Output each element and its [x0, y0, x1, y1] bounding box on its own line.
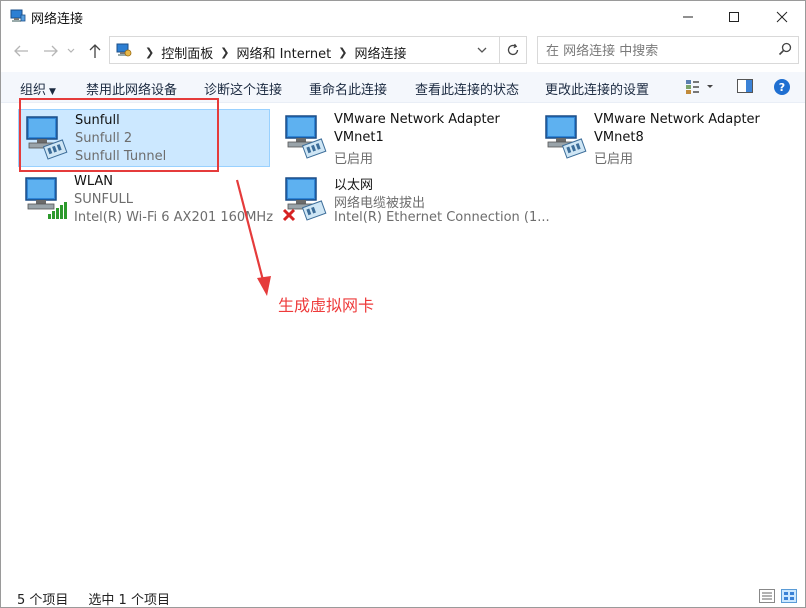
title-bar: 网络连接 — [1, 1, 805, 33]
connection-status: 网络电缆被拔出 — [334, 196, 426, 211]
breadcrumb: ❯ 控制面板 ❯ 网络和 Internet ❯ 网络连接 — [138, 43, 406, 62]
status-bar: 5 个项目 选中 1 个项目 — [17, 589, 170, 608]
forward-button[interactable] — [41, 41, 61, 61]
view-status-button[interactable]: 查看此连接的状态 — [415, 79, 519, 98]
tiles-view-icon — [781, 589, 797, 603]
rename-connection-button[interactable]: 重命名此连接 — [309, 79, 387, 98]
connection-name: VMware Network Adapter — [334, 112, 500, 127]
maximize-icon — [729, 12, 739, 22]
arrow-left-icon — [14, 45, 28, 57]
search-input[interactable] — [544, 40, 774, 62]
connection-adapter: VMnet1 — [334, 130, 384, 145]
address-dropdown-button[interactable] — [471, 36, 493, 64]
status-view-switcher — [759, 589, 797, 607]
connection-name: 以太网 — [334, 178, 374, 193]
connection-item-ethernet[interactable]: 以太网 网络电缆被拔出 Intel(R) Ethernet Connection… — [278, 171, 550, 229]
chevron-down-icon — [477, 47, 487, 53]
chevron-down-icon — [67, 48, 75, 53]
network-adapter-icon — [285, 115, 327, 159]
window-title: 网络连接 — [31, 12, 84, 27]
address-bar[interactable]: ❯ 控制面板 ❯ 网络和 Internet ❯ 网络连接 — [109, 36, 527, 64]
annotation-highlight-box — [19, 98, 219, 172]
annotation-arrow-icon — [235, 179, 271, 296]
minimize-button[interactable] — [665, 1, 711, 33]
back-button[interactable] — [11, 41, 31, 61]
breadcrumb-separator-icon: ❯ — [145, 46, 155, 59]
search-icon[interactable] — [778, 42, 792, 56]
breadcrumb-separator-icon: ❯ — [220, 46, 230, 59]
organize-label: 组织 — [20, 83, 47, 98]
help-button[interactable]: ? — [774, 79, 790, 95]
window: 网络连接 ❯ 控制面板 ❯ 网络和 Internet ❯ 网络连接 在 网络连接… — [0, 0, 806, 608]
breadcrumb-control-panel[interactable]: 控制面板 — [161, 43, 213, 62]
organize-menu[interactable]: 组织 ▼ — [20, 79, 56, 98]
connection-item-vmnet1[interactable]: VMware Network Adapter VMnet1 已启用 — [278, 109, 530, 167]
item-count: 5 个项目 — [17, 593, 69, 608]
minimize-icon — [683, 16, 693, 18]
network-adapter-icon — [545, 115, 587, 159]
preview-pane-button[interactable] — [737, 79, 753, 97]
selected-count: 选中 1 个项目 — [88, 593, 170, 608]
connection-network: SUNFULL — [74, 192, 133, 207]
connection-item-vmnet8[interactable]: VMware Network Adapter VMnet8 已启用 — [538, 109, 790, 167]
breadcrumb-network-internet[interactable]: 网络和 Internet — [236, 43, 331, 62]
control-panel-icon — [116, 43, 132, 57]
caret-down-icon: ▼ — [49, 87, 56, 97]
change-view-button[interactable] — [685, 79, 713, 99]
breadcrumb-network-connections[interactable]: 网络连接 — [354, 43, 406, 62]
view-options-icon — [686, 80, 713, 94]
tiles-view-button[interactable] — [781, 589, 797, 607]
breadcrumb-separator-icon: ❯ — [338, 46, 348, 59]
refresh-icon — [507, 43, 519, 56]
arrow-up-icon — [89, 44, 101, 58]
details-view-icon — [759, 589, 775, 603]
ethernet-disconnected-icon — [282, 177, 327, 222]
close-icon — [776, 11, 788, 23]
connection-name: WLAN — [74, 174, 114, 189]
search-box[interactable] — [537, 36, 799, 64]
connection-device: Intel(R) Ethernet Connection (1... — [334, 210, 550, 225]
connection-status: 已启用 — [594, 152, 634, 167]
change-settings-button[interactable]: 更改此连接的设置 — [545, 79, 649, 98]
up-button[interactable] — [85, 41, 105, 61]
wifi-adapter-icon — [25, 177, 67, 219]
preview-pane-icon — [737, 79, 753, 93]
connection-name: VMware Network Adapter — [594, 112, 760, 127]
disable-device-button[interactable]: 禁用此网络设备 — [86, 79, 177, 98]
maximize-button[interactable] — [711, 1, 757, 33]
connection-adapter: VMnet8 — [594, 130, 644, 145]
help-icon: ? — [778, 80, 786, 94]
arrow-right-icon — [44, 45, 58, 57]
annotation-label: 生成虚拟网卡 — [278, 296, 375, 315]
refresh-button[interactable] — [499, 36, 527, 64]
recent-locations-button[interactable] — [65, 41, 77, 61]
details-view-button[interactable] — [759, 589, 775, 607]
connection-status: 已启用 — [334, 152, 374, 167]
close-button[interactable] — [759, 1, 805, 33]
diagnose-connection-button[interactable]: 诊断这个连接 — [204, 79, 282, 98]
network-connections-icon — [10, 9, 26, 22]
